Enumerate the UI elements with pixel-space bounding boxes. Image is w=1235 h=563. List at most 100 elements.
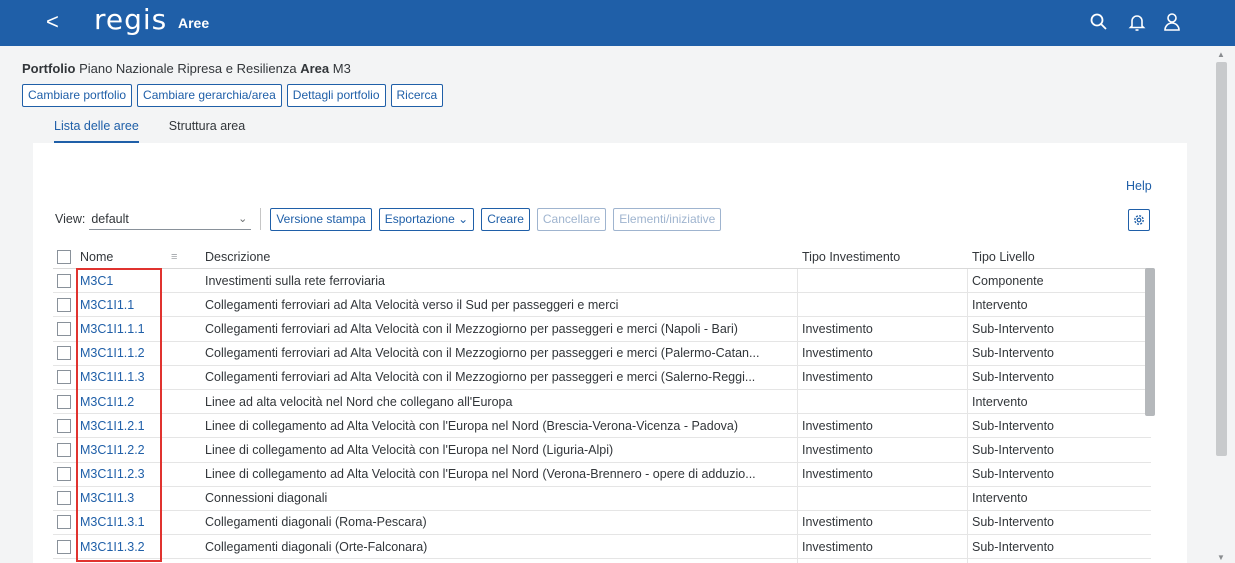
area-name-link[interactable]: M3C1I1.2	[80, 395, 134, 409]
help-link[interactable]: Help	[1126, 179, 1152, 193]
table-row[interactable]: M3C1I1.2.2 Linee di collegamento ad Alta …	[53, 438, 1151, 463]
sort-icon[interactable]: ≡	[171, 251, 177, 263]
area-description: Collegamenti ferroviari ad Alta Velocità…	[205, 370, 756, 385]
scroll-down-icon[interactable]: ▼	[1217, 553, 1225, 562]
table-row[interactable]: M3C1I1.1.2 Collegamenti ferroviari ad Alt…	[53, 342, 1151, 366]
change-portfolio-button[interactable]: Cambiare portfolio	[22, 84, 133, 107]
settings-button[interactable]	[1128, 209, 1150, 231]
level-type: Sub-Intervento	[972, 321, 1054, 336]
view-value: default	[91, 211, 129, 226]
area-description: Collegamenti diagonali (Roma-Pescara)	[205, 515, 427, 530]
area-description: Connessioni diagonali	[205, 491, 328, 506]
table-row[interactable]: M3C1I1.3.2 Collegamenti diagonali (Orte-F…	[53, 535, 1151, 560]
level-type: Sub-Intervento	[972, 346, 1054, 361]
area-description: Linee di collegamento ad Alta Velocità c…	[205, 442, 614, 457]
area-name-link[interactable]: M3C1I1.3.1	[80, 515, 145, 529]
row-checkbox[interactable]	[57, 321, 71, 336]
tab-area-list[interactable]: Lista delle aree	[54, 119, 139, 143]
area-name-link[interactable]: M3C1I1.2.3	[80, 467, 145, 481]
tab-bar: Lista delle aree Struttura area	[54, 119, 245, 143]
table-row[interactable]: M3C1I1.2.1 Linee di collegamento ad Alta …	[53, 414, 1151, 439]
change-hierarchy-button[interactable]: Cambiare gerarchia/area	[137, 84, 282, 107]
level-type: Intervento	[972, 394, 1028, 409]
level-type: Sub-Intervento	[972, 442, 1054, 457]
portfolio-info: Portfolio Piano Nazionale Ripresa e Resi…	[22, 61, 351, 76]
area-description: Investimenti sulla rete ferroviaria	[205, 273, 385, 288]
app-logo[interactable]: regis	[94, 4, 167, 36]
app-title: Aree	[178, 15, 210, 31]
scroll-up-icon[interactable]: ▲	[1217, 50, 1225, 59]
view-select[interactable]: default ⌄	[89, 208, 252, 230]
select-all-checkbox[interactable]	[57, 249, 71, 264]
column-header-level-type[interactable]: Tipo Livello	[972, 250, 1035, 264]
area-name-link[interactable]: M3C1I1.3	[80, 491, 134, 505]
table-row[interactable]: M3C1I1.1.1 Collegamenti ferroviari ad Alt…	[53, 317, 1151, 342]
table-row[interactable]: M3C1I1.3.1 Collegamenti diagonali (Roma-P…	[53, 511, 1151, 536]
portfolio-details-button[interactable]: Dettagli portfolio	[286, 84, 386, 107]
row-checkbox[interactable]	[57, 297, 71, 312]
tab-area-structure[interactable]: Struttura area	[169, 119, 245, 143]
search-icon[interactable]	[1089, 12, 1109, 32]
toolbar-divider	[260, 208, 262, 230]
row-checkbox[interactable]	[57, 418, 71, 433]
area-description: Linee di collegamento ad Alta Velocità c…	[205, 467, 756, 482]
export-label: Esportazione	[384, 211, 455, 226]
table-scrollbar[interactable]	[1145, 268, 1155, 416]
elements-button[interactable]: Elementi/iniziative	[613, 207, 722, 231]
area-name-link[interactable]: M3C1I1.1.3	[80, 370, 145, 384]
investment-type: Investimento	[802, 442, 873, 457]
column-header-description[interactable]: Descrizione	[205, 250, 799, 264]
bell-icon[interactable]	[1127, 12, 1147, 32]
area-description: Collegamenti ferroviari ad Alta Velocità…	[205, 346, 760, 361]
table-row[interactable]: M3C1I1.1 Collegamenti ferroviari ad Alta …	[53, 293, 1151, 318]
areas-table: Nome ≡ Descrizione Tipo Investimento Tip…	[53, 245, 1151, 560]
portfolio-label: Portfolio	[22, 61, 76, 76]
area-description: Collegamenti diagonali (Orte-Falconara)	[205, 539, 428, 554]
investment-type: Investimento	[802, 418, 873, 433]
area-name-link[interactable]: M3C1I1.2.1	[80, 419, 145, 433]
area-description: Collegamenti ferroviari ad Alta Velocità…	[205, 297, 619, 312]
search-button[interactable]: Ricerca	[390, 84, 444, 107]
table-toolbar: View: default ⌄ Versione stampa Esportaz…	[55, 206, 722, 232]
page-scrollbar-thumb[interactable]	[1216, 62, 1227, 456]
back-button[interactable]: <	[46, 9, 59, 35]
row-checkbox[interactable]	[57, 515, 71, 530]
level-type: Sub-Intervento	[972, 515, 1054, 530]
row-checkbox[interactable]	[57, 442, 71, 457]
level-type: Sub-Intervento	[972, 418, 1054, 433]
table-row[interactable]: M3C1I1.1.3 Collegamenti ferroviari ad Alt…	[53, 366, 1151, 390]
row-checkbox[interactable]	[57, 539, 71, 554]
area-name-link[interactable]: M3C1I1.1.1	[80, 322, 145, 336]
row-checkbox[interactable]	[57, 346, 71, 361]
chevron-down-icon: ⌄	[238, 213, 248, 225]
column-header-name[interactable]: Nome	[80, 250, 113, 264]
investment-type: Investimento	[802, 321, 873, 336]
area-name-link[interactable]: M3C1I1.1	[80, 298, 134, 312]
table-row[interactable]: M3C1I1.2.3 Linee di collegamento ad Alta …	[53, 463, 1151, 487]
row-checkbox[interactable]	[57, 394, 71, 409]
chevron-down-icon: ⌄	[458, 211, 469, 226]
area-name-link[interactable]: M3C1I1.1.2	[80, 346, 145, 360]
area-name-link[interactable]: M3C1I1.3.2	[80, 540, 145, 554]
create-button[interactable]: Creare	[481, 207, 530, 231]
area-label: Area	[300, 61, 330, 76]
area-description: Linee ad alta velocità nel Nord che coll…	[205, 394, 513, 409]
area-name-link[interactable]: M3C1	[80, 274, 113, 288]
print-version-button[interactable]: Versione stampa	[270, 207, 372, 231]
column-header-investment-type[interactable]: Tipo Investimento	[802, 250, 900, 264]
row-checkbox[interactable]	[57, 467, 71, 482]
level-type: Sub-Intervento	[972, 370, 1054, 385]
delete-button[interactable]: Cancellare	[536, 207, 607, 231]
row-checkbox[interactable]	[57, 370, 71, 385]
table-row[interactable]: M3C1I1.2 Linee ad alta velocità nel Nord …	[53, 390, 1151, 415]
table-row[interactable]: M3C1I1.3 Connessioni diagonali Intervento	[53, 487, 1151, 511]
row-checkbox[interactable]	[57, 491, 71, 506]
row-checkbox[interactable]	[57, 273, 71, 288]
column-divider	[797, 269, 798, 563]
area-value: M3	[332, 61, 351, 76]
export-button[interactable]: Esportazione ⌄	[378, 207, 475, 231]
table-row[interactable]: M3C1 Investimenti sulla rete ferroviaria C…	[53, 269, 1151, 294]
user-icon[interactable]	[1162, 12, 1182, 32]
area-name-link[interactable]: M3C1I1.2.2	[80, 443, 145, 457]
header-actions: Cambiare portfolio Cambiare gerarchia/ar…	[22, 84, 444, 107]
